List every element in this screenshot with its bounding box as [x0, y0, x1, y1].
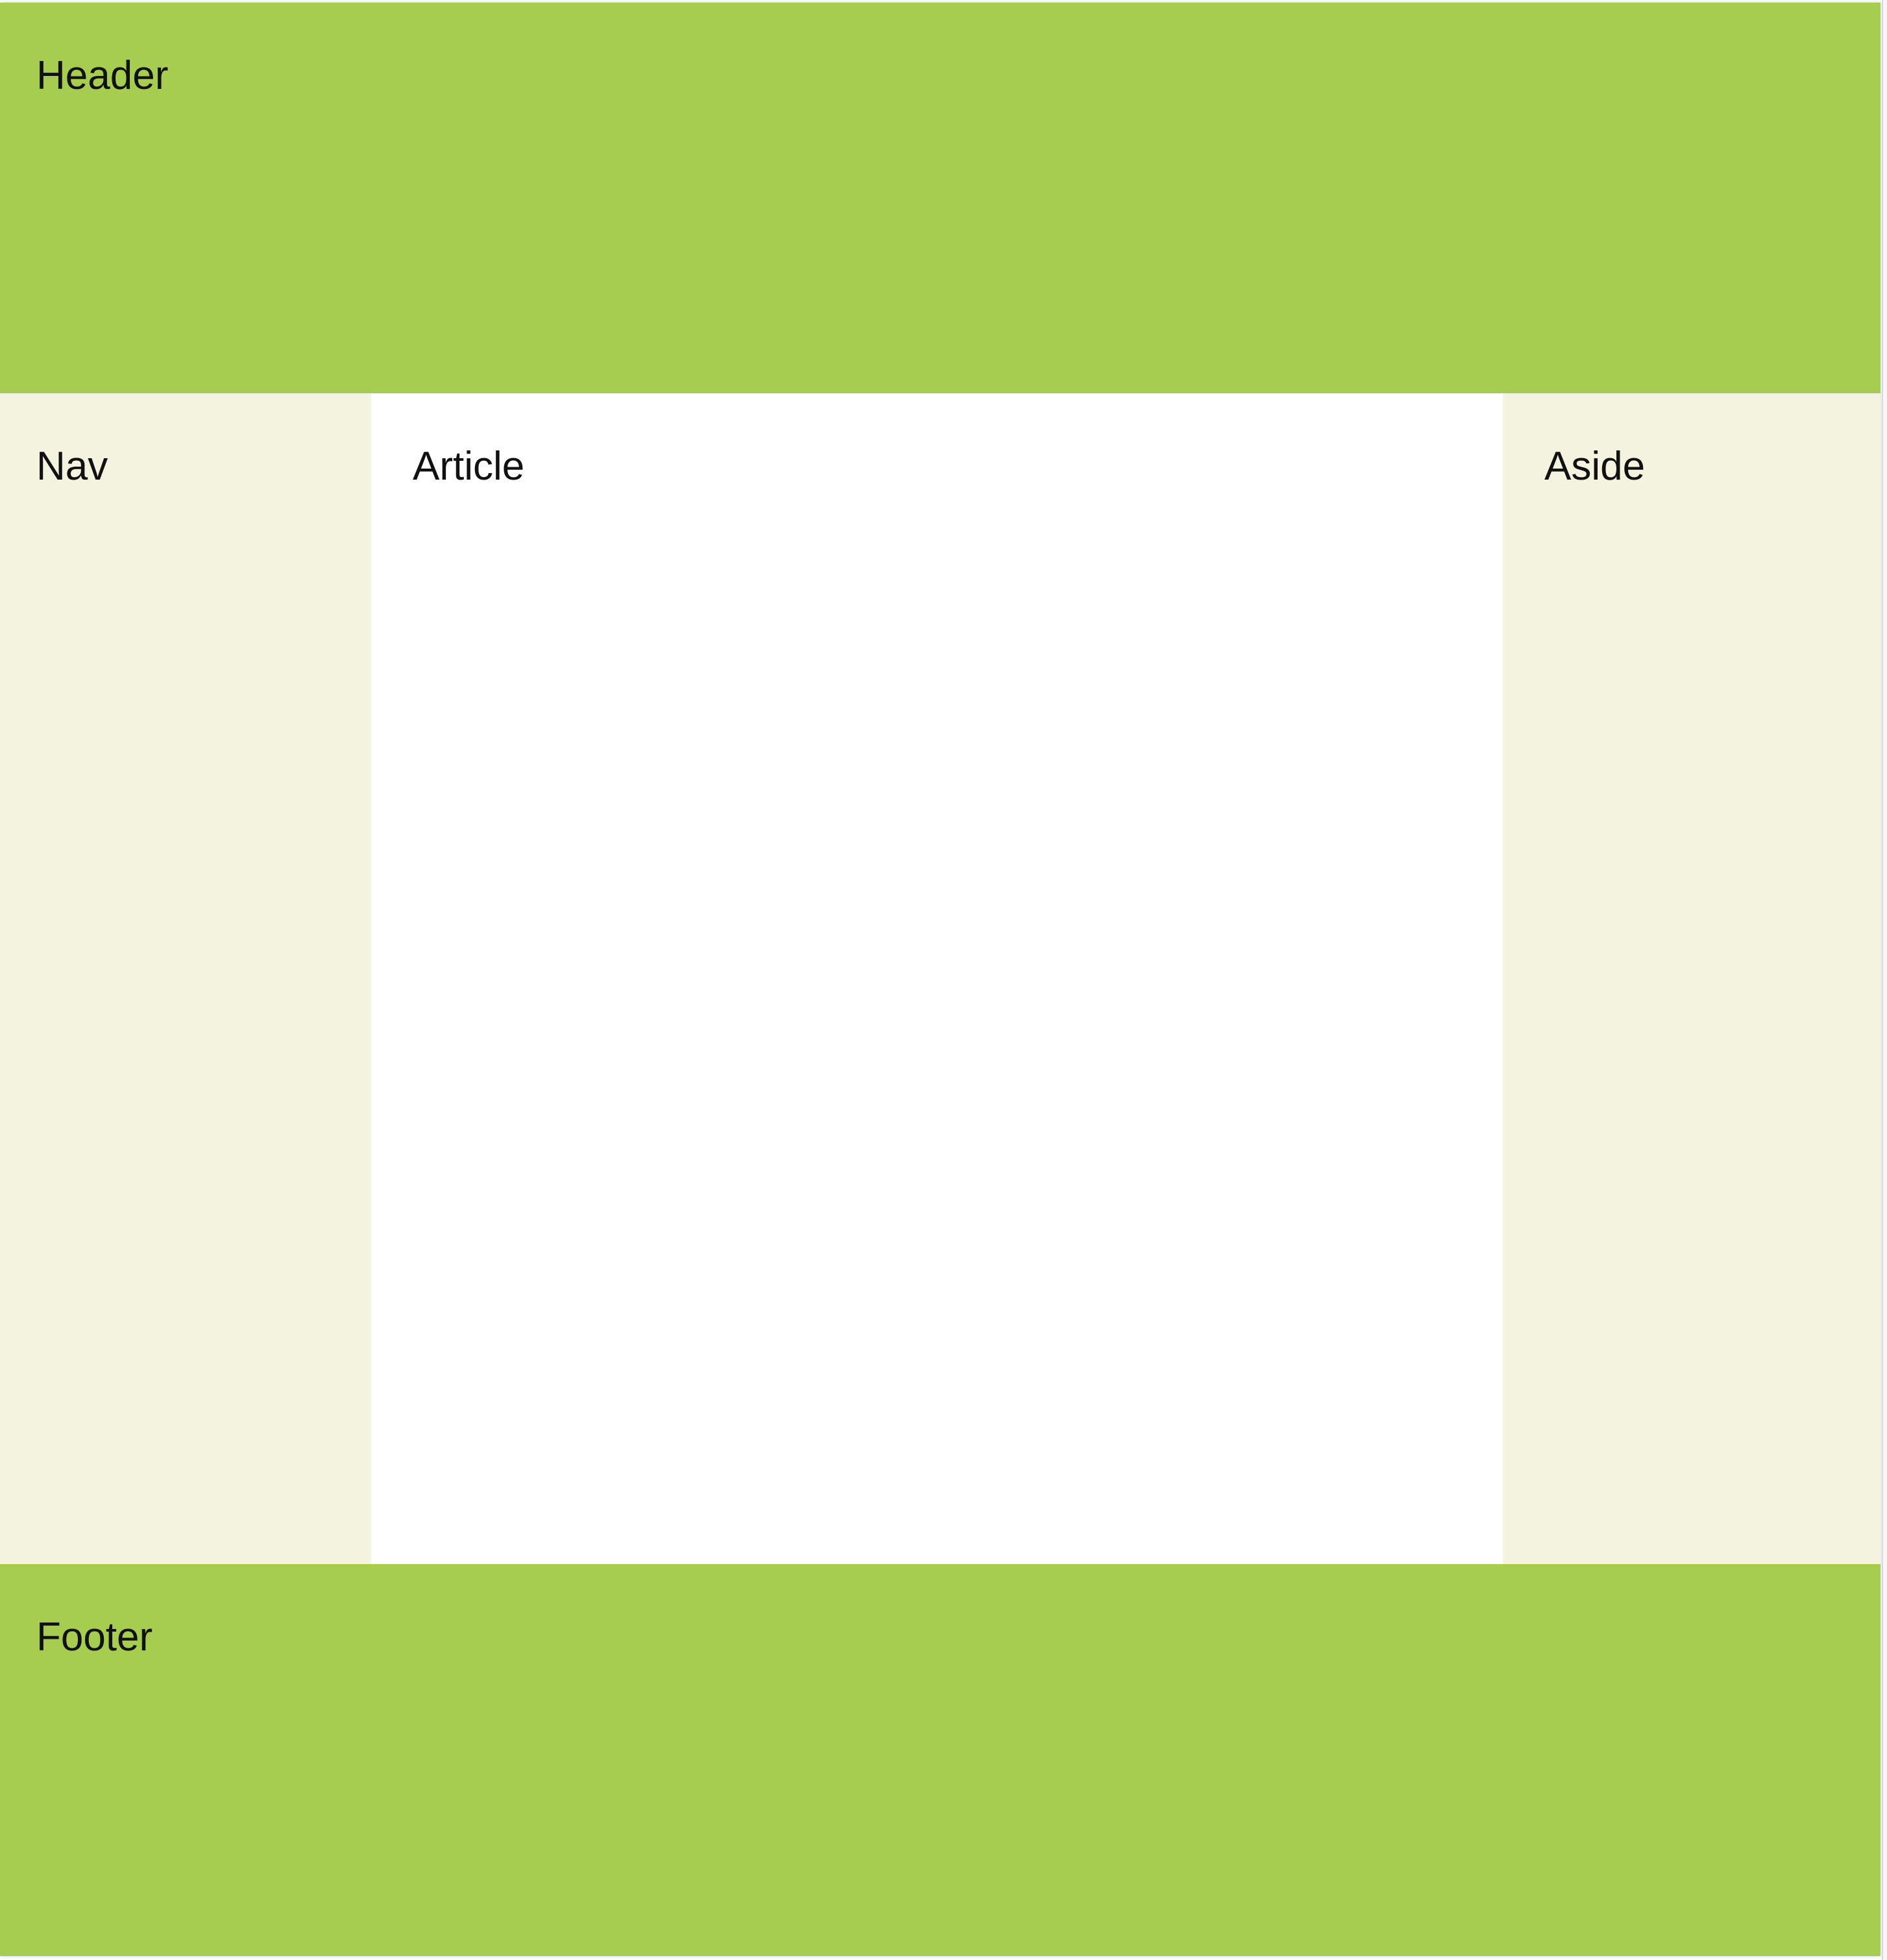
footer-label: Footer: [36, 1615, 153, 1660]
layout-grid: Header Nav Article Aside Footer: [0, 3, 1881, 1956]
window-edge: [1882, 0, 1887, 1960]
aside-section: Aside: [1503, 393, 1881, 1564]
article-section: Article: [371, 393, 1503, 1564]
article-label: Article: [413, 444, 525, 489]
aside-label: Aside: [1544, 444, 1646, 489]
footer-section: Footer: [0, 1564, 1881, 1956]
header-section: Header: [0, 3, 1881, 393]
nav-section: Nav: [0, 393, 371, 1564]
page: Header Nav Article Aside Footer: [0, 0, 1887, 1960]
header-label: Header: [36, 53, 169, 98]
nav-label: Nav: [36, 444, 108, 489]
